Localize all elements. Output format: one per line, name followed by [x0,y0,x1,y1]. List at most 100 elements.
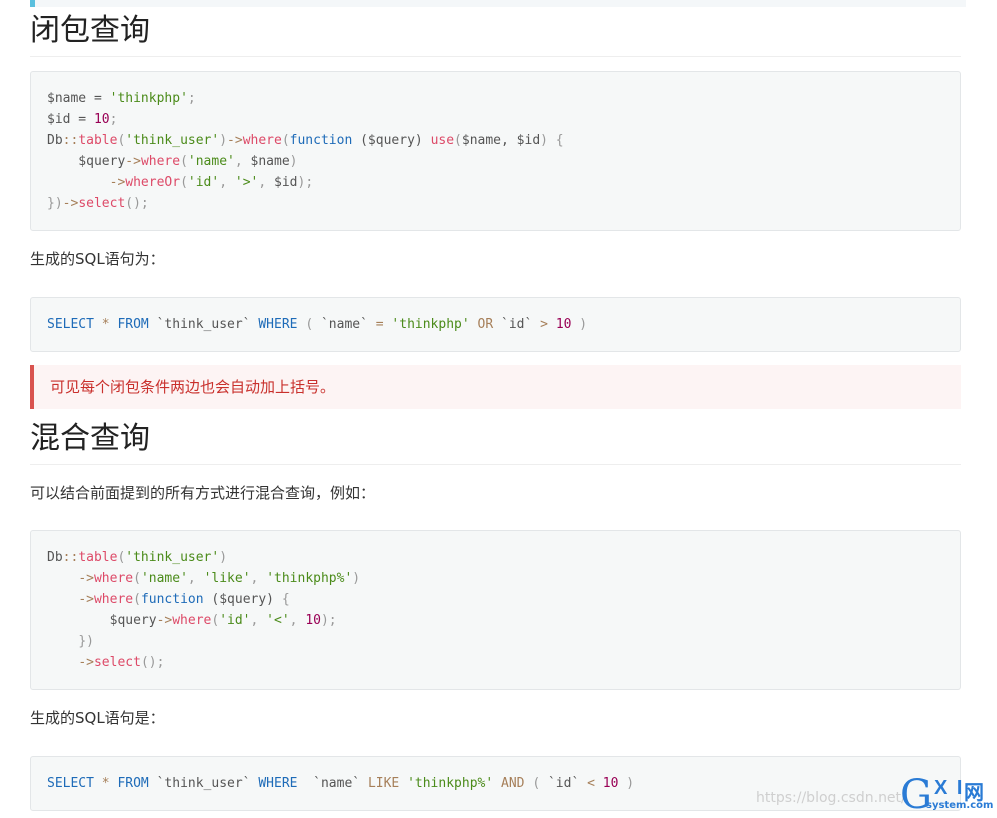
code-token: -> [156,613,173,628]
code-token: `name` [313,317,376,332]
code-token: }) [47,196,63,211]
code-token: use [430,133,455,148]
code-token: where [93,571,134,586]
code-block-closure: $name = 'thinkphp'; $id = 10; Db::table(… [30,71,961,231]
code-token: WHERE [258,317,298,332]
code-token: 'name' [140,571,188,586]
code-token: ) [352,571,361,586]
code-token: $query [47,154,126,169]
code-token: 'id' [187,175,220,190]
code-token: ($query) [352,133,431,148]
code-token: ( [180,154,188,169]
code-token: (); [140,655,165,670]
code-token: 10 [555,317,572,332]
sql-label-2: 生成的SQL语句是： [30,709,165,727]
code-token: ) [579,317,588,332]
previous-block-edge [30,0,966,7]
code-token: = [375,317,384,332]
code-token: `id` [540,776,588,791]
sql-label-1: 生成的SQL语句为： [30,250,165,268]
code-token: ) [219,550,228,565]
code-token: OR [477,317,494,332]
code-token: function [289,133,353,148]
code-token: * [101,776,110,791]
code-token: 'thinkphp' [109,91,188,106]
code-token: $id = [47,112,94,127]
code-token: (); [125,196,149,211]
code-line: ->whereOr('id', '>', $id); [47,175,314,190]
code-token: select [78,196,126,211]
code-token: ( [281,133,290,148]
sql-content: SELECT * FROM `think_user` WHERE ( `name… [31,298,960,351]
code-token: 'thinkphp%' [407,776,494,791]
code-token: ($query) [203,592,282,607]
code-token: -> [125,154,141,169]
code-token: '<' [266,613,290,628]
code-token: Db [47,133,63,148]
code-token: , [234,154,251,169]
code-token: ); [320,613,337,628]
code-token: LIKE [367,776,400,791]
code-content: Db::table('think_user') ->where('name', … [31,531,960,689]
code-token: select [93,655,141,670]
code-token: ( [532,776,541,791]
code-token: , [187,571,204,586]
code-block-mixed: Db::table('think_user') ->where('name', … [30,530,961,690]
code-token: WHERE [258,776,298,791]
code-token: `id` [493,317,541,332]
code-token: 'name' [187,154,235,169]
code-line: Db::table('think_user') [47,550,227,565]
code-line: ->where('name', 'like', 'thinkphp%') [47,571,360,586]
code-token: ) [219,133,228,148]
code-token: 'thinkphp' [391,317,470,332]
code-token: $name [250,154,290,169]
warning-callout: 可见每个闭包条件两边也会自动加上括号。 [30,365,961,409]
code-token: , [250,613,267,628]
code-token: ( [133,592,141,607]
code-line: })->select(); [47,196,149,211]
code-token: 'like' [203,571,251,586]
code-line: }) [47,634,94,649]
code-line: $query->where('name', $name) [47,154,297,169]
code-token: ); [297,175,314,190]
code-token: FROM [117,776,149,791]
logo-xi: X I [934,777,965,799]
code-token: , [219,175,235,190]
code-token: ) [626,776,635,791]
code-token: table [78,550,118,565]
code-token: ( [305,317,314,332]
code-token: `think_user` [148,317,259,332]
code-line: Db::table('think_user')->where(function … [47,133,564,148]
code-token: 'think_user' [125,133,220,148]
code-token: SELECT [47,776,94,791]
code-token: -> [78,655,94,670]
code-line: $query->where('id', '<', 10); [47,613,337,628]
code-line: ->select(); [47,655,164,670]
code-token: $id [274,175,298,190]
code-token: -> [78,592,94,607]
code-token: where [242,133,282,148]
code-line: $name = 'thinkphp'; [47,91,196,106]
warning-text: 可见每个闭包条件两边也会自动加上括号。 [50,378,336,396]
code-token: ) { [540,133,564,148]
code-token: -> [109,175,126,190]
watermark-url: https://blog.csdn.net/ [756,790,906,806]
code-token: { [281,592,290,607]
code-token: ( [133,571,141,586]
code-token: -> [227,133,243,148]
code-token: -> [78,571,94,586]
code-token: ; [187,91,196,106]
code-token: `name` [297,776,368,791]
code-token: :: [62,133,79,148]
site-logo: G X I 网 system.com [900,775,993,815]
code-token: , [250,571,267,586]
